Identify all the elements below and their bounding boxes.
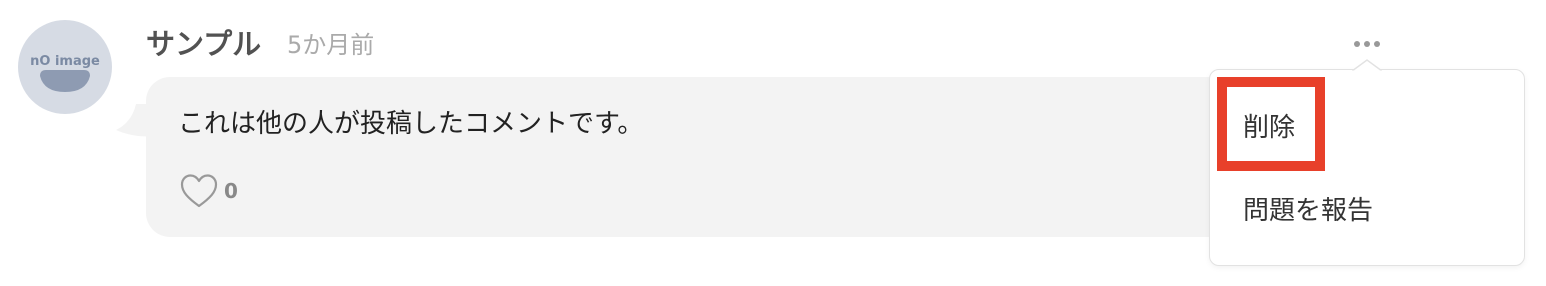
avatar[interactable]: nO imagе (18, 20, 112, 114)
more-options-button[interactable] (1348, 30, 1388, 58)
avatar-placeholder-text: nO imagе (30, 54, 100, 69)
menu-pointer-arrow (1352, 59, 1382, 72)
menu-item-report-problem[interactable]: 問題を報告 (1243, 194, 1373, 228)
timestamp: 5か月前 (287, 31, 375, 59)
more-horizontal-icon (1354, 41, 1380, 47)
menu-item-delete[interactable]: 削除 (1243, 111, 1295, 145)
no-image-placeholder-icon: nO imagе (30, 54, 100, 92)
like-button[interactable]: 0 (180, 172, 238, 210)
heart-outline-icon (180, 174, 218, 208)
comment-options-menu (1209, 69, 1525, 266)
like-count: 0 (224, 179, 238, 203)
comment-bubble (146, 77, 1276, 237)
comment-body: これは他の人が投稿したコメントです。 (178, 109, 644, 139)
username[interactable]: サンプル (146, 26, 261, 62)
